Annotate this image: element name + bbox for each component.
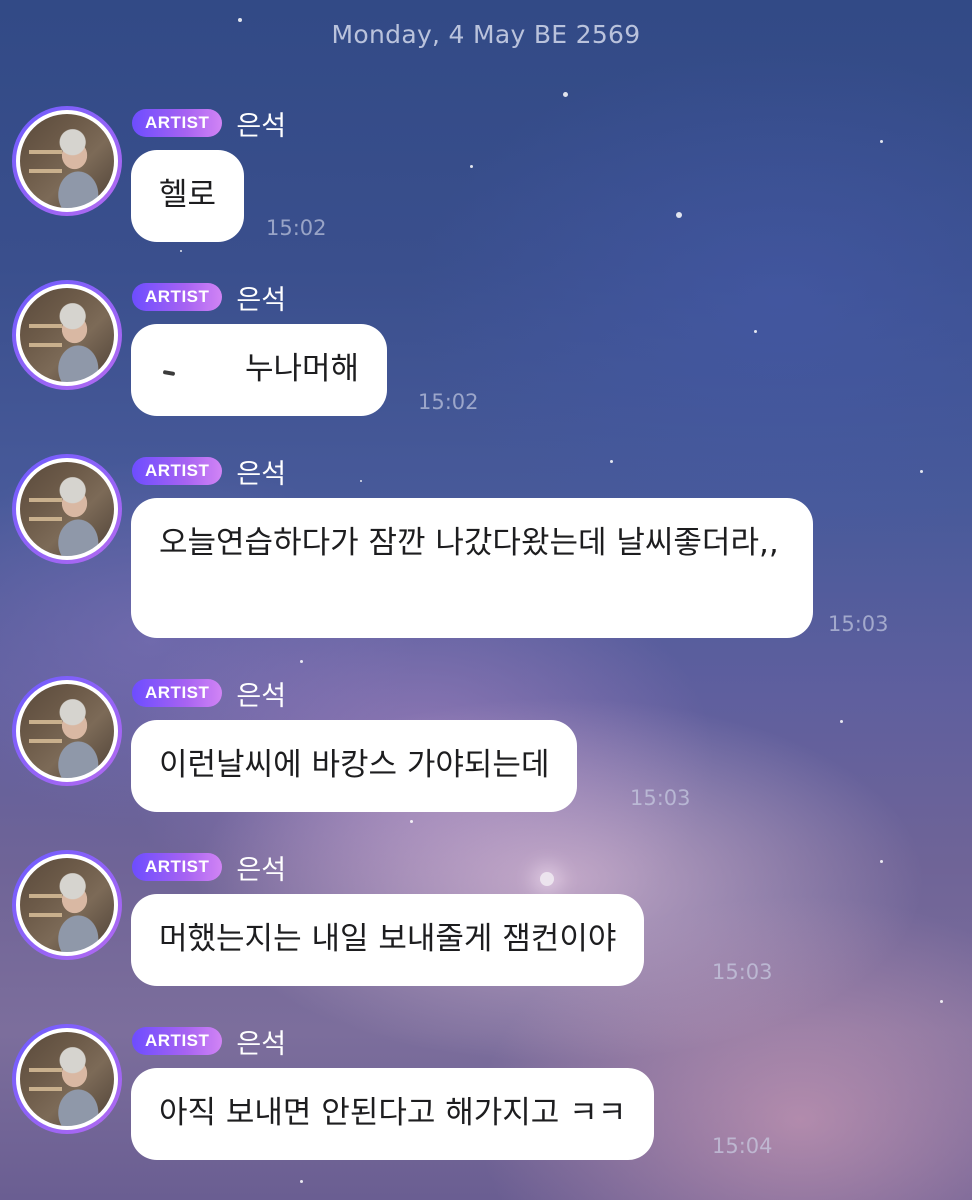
sender-name: 은석 <box>236 110 287 142</box>
message-timestamp: 15:04 <box>712 1134 773 1158</box>
message-bubble[interactable]: 헬로 <box>131 150 245 242</box>
message-timestamp: 15:02 <box>266 216 327 240</box>
artist-avatar[interactable] <box>12 850 122 960</box>
artist-badge: ARTIST <box>132 457 223 485</box>
message-bubble[interactable]: 이런날씨에 바캉스 가야되는데 <box>131 720 578 812</box>
artist-badge: ARTIST <box>132 283 223 311</box>
sender-row: ARTIST 은석 <box>132 282 286 316</box>
message-text: 오늘연습하다가 잠깐 나갔다왔는데 날씨좋더라,, <box>159 525 779 561</box>
message-bubble[interactable]: 아직 보내면 안된다고 해가지고 ㅋㅋ <box>131 1068 655 1160</box>
sender-row: ARTIST 은석 <box>132 678 286 712</box>
artist-avatar[interactable] <box>12 454 122 564</box>
message-bubble[interactable]: 머했는지는 내일 보내줄게 잼컨이야 <box>131 894 645 986</box>
message-timestamp: 15:03 <box>712 960 773 984</box>
sender-name: 은석 <box>236 284 287 316</box>
message-timestamp: 15:02 <box>418 390 479 414</box>
artist-avatar[interactable] <box>12 106 122 216</box>
message-bubble[interactable]: 누나머해 <box>131 324 388 416</box>
sender-name: 은석 <box>236 1028 287 1060</box>
message-text: 이런날씨에 바캉스 가야되는데 <box>159 747 550 783</box>
artist-badge: ARTIST <box>132 853 223 881</box>
message-text: 아직 보내면 안된다고 해가지고 ㅋㅋ <box>159 1095 627 1131</box>
sender-name: 은석 <box>236 458 287 490</box>
artist-badge: ARTIST <box>132 109 223 137</box>
message-bubble[interactable]: 오늘연습하다가 잠깐 나갔다왔는데 날씨좋더라,, <box>131 498 813 638</box>
message-text: 누나머해 <box>245 351 360 387</box>
sender-row: ARTIST 은석 <box>132 108 286 142</box>
message-timestamp: 15:03 <box>828 612 889 636</box>
sender-name: 은석 <box>236 854 287 886</box>
artist-avatar[interactable] <box>12 1024 122 1134</box>
sender-row: ARTIST 은석 <box>132 456 286 490</box>
artist-badge: ARTIST <box>132 679 223 707</box>
message-text: 헬로 <box>159 177 217 213</box>
message-text: 머했는지는 내일 보내줄게 잼컨이야 <box>159 921 617 957</box>
redacted-mark <box>159 361 211 381</box>
artist-avatar[interactable] <box>12 280 122 390</box>
sender-row: ARTIST 은석 <box>132 1026 286 1060</box>
artist-badge: ARTIST <box>132 1027 223 1055</box>
artist-avatar[interactable] <box>12 676 122 786</box>
sender-row: ARTIST 은석 <box>132 852 286 886</box>
date-header: Monday, 4 May BE 2569 <box>331 20 641 49</box>
sender-name: 은석 <box>236 680 287 712</box>
message-timestamp: 15:03 <box>630 786 691 810</box>
